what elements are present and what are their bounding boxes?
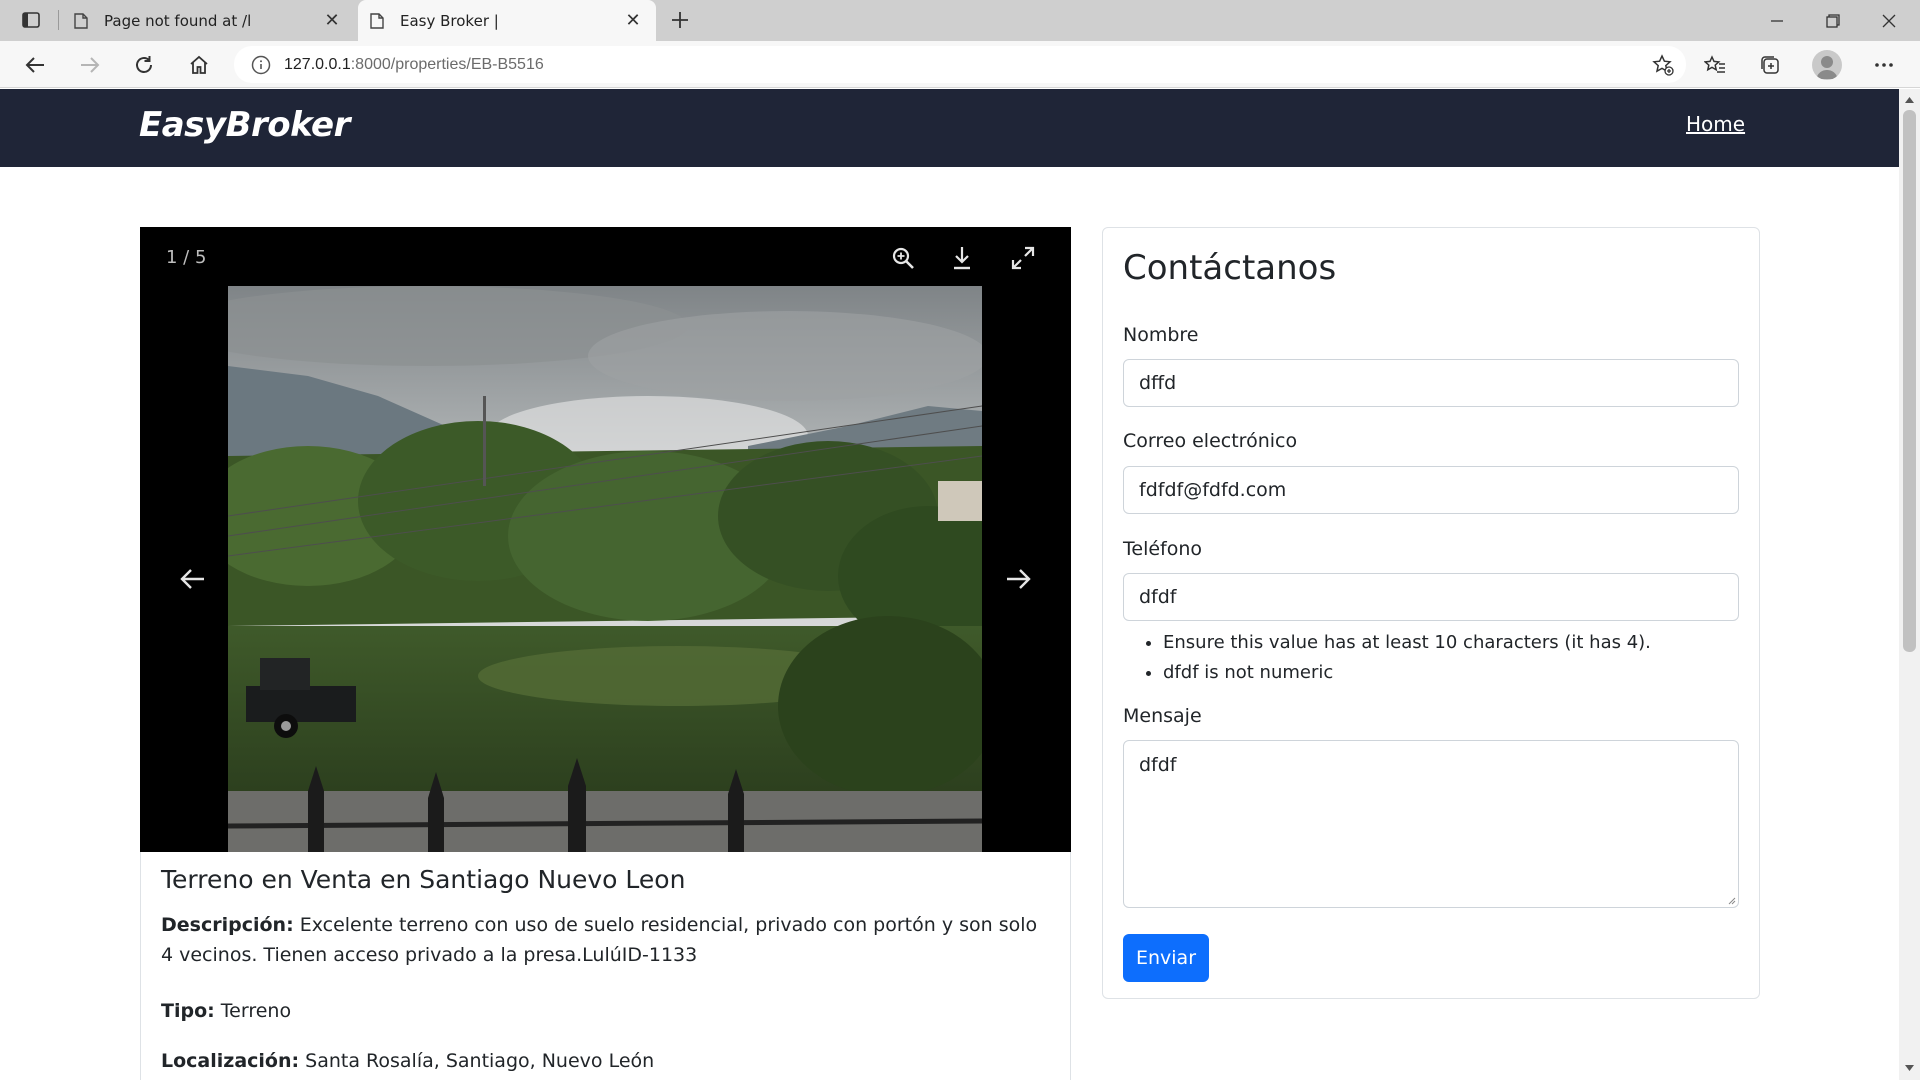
close-icon[interactable]: ✕ xyxy=(618,6,648,36)
profile-avatar[interactable] xyxy=(1812,50,1842,80)
refresh-icon[interactable] xyxy=(126,47,162,83)
scrollbar-thumb[interactable] xyxy=(1903,110,1916,652)
message-field[interactable]: dfdf xyxy=(1123,740,1739,908)
favorites-icon[interactable] xyxy=(1697,47,1733,83)
message-text: dfdf xyxy=(1139,754,1177,776)
more-menu-icon[interactable] xyxy=(1866,47,1902,83)
tab-actions-icon[interactable] xyxy=(14,9,48,31)
site-navbar: EasyBroker Home xyxy=(0,89,1899,167)
page-viewport: EasyBroker Home 1 / 5 Terreno en Venta e… xyxy=(0,89,1899,1080)
home-icon[interactable] xyxy=(181,47,217,83)
submit-button[interactable]: Enviar xyxy=(1123,934,1209,982)
scroll-up-arrow-icon[interactable] xyxy=(1899,91,1920,108)
forward-icon[interactable] xyxy=(72,47,108,83)
phone-errors: Ensure this value has at least 10 charac… xyxy=(1163,628,1651,688)
property-description: Descripción: Excelente terreno con uso d… xyxy=(161,910,1041,970)
email-field[interactable]: fdfdf@fdfd.com xyxy=(1123,466,1739,514)
browser-toolbar: 127.0.0.1:8000/properties/EB-B5516 xyxy=(0,41,1920,88)
previous-photo-arrow-icon[interactable] xyxy=(170,557,214,601)
message-label: Mensaje xyxy=(1123,705,1202,727)
property-title: Terreno en Venta en Santiago Nuevo Leon xyxy=(161,865,686,894)
restore-icon[interactable] xyxy=(1805,0,1861,41)
tab-title: Page not found at /l xyxy=(104,11,252,30)
contact-form: Contáctanos Nombre dffd Correo electróni… xyxy=(1102,227,1760,999)
type-value: Terreno xyxy=(220,1000,292,1022)
url-host: 127.0.0.1 xyxy=(284,55,351,73)
zoom-icon[interactable] xyxy=(886,241,920,275)
page-scrollbar[interactable] xyxy=(1899,89,1920,1080)
tab-page-not-found[interactable]: Page not found at /l ✕ xyxy=(62,0,355,41)
collections-icon[interactable] xyxy=(1752,47,1788,83)
name-label: Nombre xyxy=(1123,324,1199,346)
page-icon xyxy=(370,12,384,29)
info-icon[interactable] xyxy=(250,54,272,76)
phone-label: Teléfono xyxy=(1123,538,1203,560)
location-value: Santa Rosalía, Santiago, Nuevo León xyxy=(305,1050,655,1072)
property-location: Localización: Santa Rosalía, Santiago, N… xyxy=(161,1050,654,1072)
tab-separator xyxy=(58,10,59,30)
contact-heading: Contáctanos xyxy=(1123,248,1337,288)
error-item: Ensure this value has at least 10 charac… xyxy=(1163,628,1651,658)
tab-title: Easy Broker | xyxy=(400,11,499,30)
add-favorite-icon[interactable] xyxy=(1650,52,1676,78)
address-bar[interactable]: 127.0.0.1:8000/properties/EB-B5516 xyxy=(234,46,1686,83)
resize-handle-icon[interactable] xyxy=(1726,895,1736,905)
new-tab-icon[interactable] xyxy=(664,4,696,36)
browser-tab-strip: Page not found at /l ✕ Easy Broker | ✕ xyxy=(0,0,1920,41)
download-icon[interactable] xyxy=(945,241,979,275)
brand-logo[interactable]: EasyBroker xyxy=(139,105,350,145)
url-path: :8000/properties/EB-B5516 xyxy=(350,55,544,73)
close-icon[interactable]: ✕ xyxy=(317,6,347,36)
photo-gallery: 1 / 5 xyxy=(140,227,1071,852)
scroll-down-arrow-icon[interactable] xyxy=(1899,1059,1920,1076)
email-label: Correo electrónico xyxy=(1123,430,1298,452)
home-link[interactable]: Home xyxy=(1686,112,1745,136)
next-photo-arrow-icon[interactable] xyxy=(997,557,1041,601)
name-field[interactable]: dffd xyxy=(1123,359,1739,407)
close-window-icon[interactable] xyxy=(1861,0,1917,41)
property-photo[interactable] xyxy=(228,286,982,852)
error-item: dfdf is not numeric xyxy=(1163,658,1651,688)
property-info: Terreno en Venta en Santiago Nuevo Leon … xyxy=(140,852,1071,1080)
type-label: Tipo: xyxy=(161,1000,215,1022)
property-type: Tipo: Terreno xyxy=(161,1000,291,1022)
description-label: Descripción: xyxy=(161,914,294,936)
location-label: Localización: xyxy=(161,1050,300,1072)
page-icon xyxy=(74,12,88,29)
back-icon[interactable] xyxy=(17,47,53,83)
fullscreen-icon[interactable] xyxy=(1006,241,1040,275)
tab-easy-broker[interactable]: Easy Broker | ✕ xyxy=(358,0,656,41)
url-text[interactable]: 127.0.0.1:8000/properties/EB-B5516 xyxy=(284,56,544,74)
phone-field[interactable]: dfdf xyxy=(1123,573,1739,621)
minimize-icon[interactable] xyxy=(1749,0,1805,41)
gallery-counter: 1 / 5 xyxy=(166,247,207,268)
